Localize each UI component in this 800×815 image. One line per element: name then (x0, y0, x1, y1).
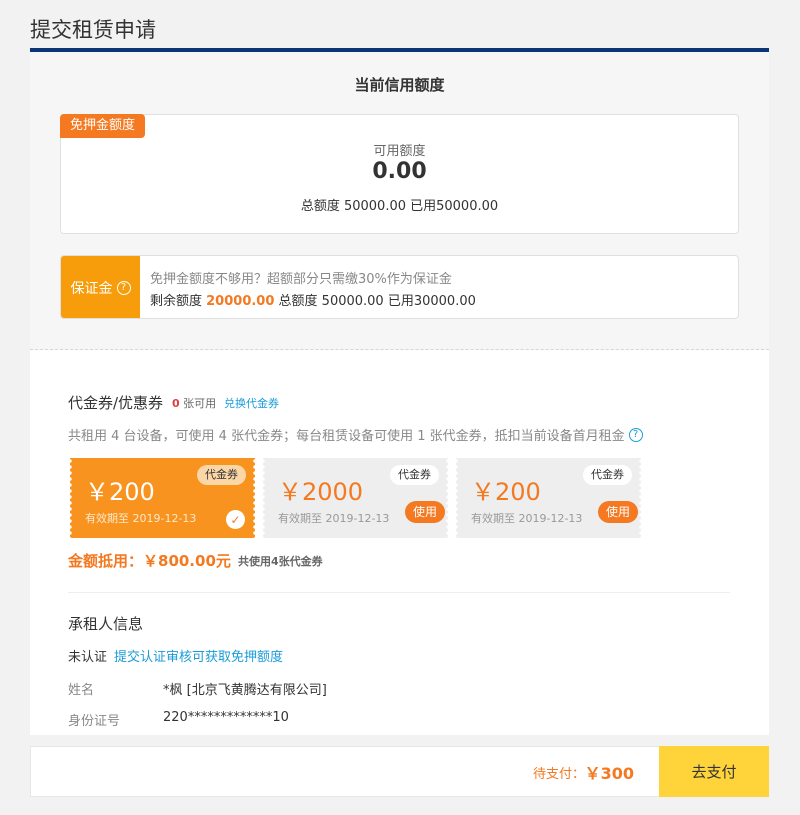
coupon-title: 代金券/优惠券 (68, 394, 164, 412)
swap-coupon-link[interactable]: 兑换代金券 (224, 395, 279, 411)
coupon-available-count: 0 张可用 (172, 395, 216, 411)
verify-status: 未认证 (68, 650, 108, 665)
deposit-remaining: 剩余额度 20000.00 总额度 50000.00 已用30000.00 (150, 290, 476, 309)
coupon-type-badge: 代金券 (583, 465, 632, 485)
id-value: 220*************10 (163, 710, 289, 725)
coupon-card-3[interactable]: ￥200 代金券 有效期至 2019-12-13 使用 (454, 458, 643, 538)
deposit-hint: 免押金额度不够用？超额部分只需缴30%作为保证金 (150, 272, 452, 287)
question-icon[interactable]: ? (116, 281, 131, 295)
quota-card: 免押金额度 可用额度 0.00 总额度 50000.00 已用50000.00 (60, 114, 739, 234)
coupon-note-text: 共租用 4 台设备，可使用 4 张代金券；每台租赁设备可使用 1 张代金券，抵扣… (68, 429, 625, 444)
deduct-amount: 金额抵用：￥800.00元 (68, 552, 231, 570)
name-value: *枫 [北京飞黄腾达有限公司] (163, 683, 327, 698)
use-coupon-button[interactable]: 使用 (405, 501, 446, 523)
use-coupon-button[interactable]: 使用 (598, 501, 639, 523)
remaining-prefix: 剩余额度 (150, 294, 207, 309)
pay-label: 待支付： (532, 767, 585, 782)
name-label: 姓名 (68, 683, 95, 698)
available-label: 可用额度 (373, 144, 426, 159)
coupon-amount: ￥200 (471, 478, 541, 506)
page-title: 提交租赁申请 (30, 18, 156, 42)
deduct-note: 共使用4张代金券 (238, 555, 323, 568)
coupon-expire: 有效期至 2019-12-13 (278, 512, 390, 525)
coupon-count-suffix: 张可用 (179, 397, 217, 410)
coupon-type-badge: 代金券 (390, 465, 439, 485)
deposit-card: 保证金 ? 免押金额度不够用？超额部分只需缴30%作为保证金 剩余额度 2000… (60, 255, 739, 319)
deposit-tag-label: 保证金 (70, 281, 113, 297)
coupon-card-1[interactable]: ￥200 代金券 有效期至 2019-12-13 ✓ (68, 458, 257, 538)
deposit-tag: 保证金 ? (61, 256, 140, 318)
available-value: 0.00 (372, 159, 427, 184)
credit-section: 当前信用额度 免押金额度 可用额度 0.00 总额度 50000.00 已用50… (30, 52, 769, 350)
pay-button[interactable]: 去支付 (659, 746, 769, 797)
section-divider (68, 592, 730, 593)
lessee-title: 承租人信息 (68, 615, 144, 633)
id-label: 身份证号 (68, 714, 121, 729)
quota-total: 总额度 50000.00 已用50000.00 (300, 199, 499, 214)
verify-link[interactable]: 提交认证审核可获取免押额度 (114, 646, 283, 665)
question-icon[interactable]: ? (628, 427, 643, 442)
coupon-card-2[interactable]: ￥2000 代金券 有效期至 2019-12-13 使用 (261, 458, 450, 538)
payment-footer: 待支付： ￥300 去支付 (30, 746, 769, 797)
credit-heading: 当前信用额度 (354, 76, 445, 94)
check-icon: ✓ (226, 510, 245, 529)
coupon-count: 0 (172, 397, 180, 410)
coupon-amount: ￥2000 (278, 478, 364, 506)
coupon-note: 共租用 4 台设备，可使用 4 张代金券；每台租赁设备可使用 1 张代金券，抵扣… (68, 425, 643, 444)
remaining-value: 20000.00 (206, 294, 275, 309)
remaining-suffix: 总额度 50000.00 已用30000.00 (274, 294, 476, 309)
application-panel: 当前信用额度 免押金额度 可用额度 0.00 总额度 50000.00 已用50… (30, 52, 769, 735)
quota-tag: 免押金额度 (60, 114, 146, 138)
coupon-amount: ￥200 (85, 478, 155, 506)
coupon-type-badge: 代金券 (197, 465, 246, 485)
coupon-expire: 有效期至 2019-12-13 (85, 512, 197, 525)
pay-amount: ￥300 (584, 764, 634, 783)
coupon-expire: 有效期至 2019-12-13 (471, 512, 583, 525)
